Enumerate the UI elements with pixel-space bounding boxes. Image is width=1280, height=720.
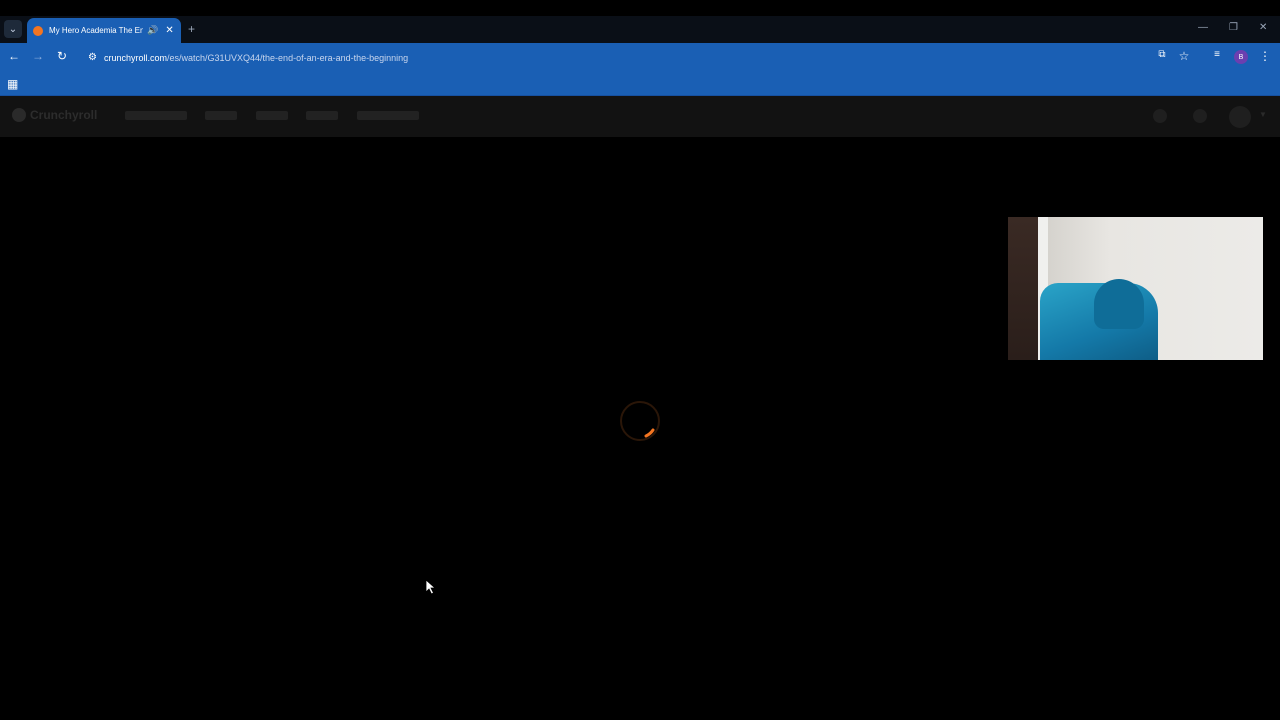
crunchyroll-logo[interactable]: Crunchyroll [12,108,97,122]
tab-close-icon[interactable]: ✕ [165,25,175,36]
install-app-icon[interactable]: ⧉ [1154,49,1170,60]
top-strip [0,0,1280,16]
tab-search-button[interactable]: ⌄ [4,20,22,38]
crunchyroll-logo-icon [12,108,26,122]
tab-active[interactable]: My Hero Academia The End of an Era and t… [27,18,181,43]
tab-title: My Hero Academia The End of an Era and t… [49,26,144,35]
restore-button[interactable]: ❐ [1229,22,1238,33]
nav-item-placeholder[interactable] [357,111,419,120]
loading-spinner-icon [644,428,655,438]
chevron-down-icon[interactable]: ▼ [1259,110,1267,119]
cam-chair-back [1094,279,1144,329]
nav-item-placeholder[interactable] [306,111,338,120]
new-tab-button[interactable]: + [188,22,195,36]
back-icon[interactable]: ← [6,49,22,63]
queue-icon[interactable] [1153,109,1167,123]
address-bar[interactable]: ⚙ crunchyroll.com /es/watch/G31UVXQ44/th… [80,46,1200,69]
speaker-icon[interactable]: 🔊 [147,25,158,36]
minimize-button[interactable]: — [1198,22,1208,33]
site-header: Crunchyroll ▼ [0,96,1280,137]
bookmarks-bar: ▦ [0,72,1280,96]
logo-text: Crunchyroll [30,108,98,122]
webcam-overlay [1008,217,1263,360]
nav-item-placeholder[interactable] [205,111,237,120]
menu-icon[interactable]: ⋮ [1257,49,1273,63]
profile-avatar[interactable]: B [1234,50,1248,64]
reload-icon[interactable]: ↻ [54,49,70,63]
url-domain: crunchyroll.com [103,52,167,63]
mouse-cursor-icon [425,579,437,595]
close-window-button[interactable]: ✕ [1259,22,1267,33]
crunchyroll-favicon-icon [33,25,43,36]
browser-toolbar: ← → ↻ ⚙ crunchyroll.com /es/watch/G31UVX… [0,43,1280,72]
site-info-icon[interactable]: ⚙ [88,52,97,63]
apps-grid-icon[interactable]: ▦ [7,77,18,91]
bookmark-star-icon[interactable]: ☆ [1176,49,1192,63]
url-path: /es/watch/G31UVXQ44/the-end-of-an-era-an… [167,52,409,63]
tab-bar: ⌄ My Hero Academia The End of an Era and… [0,16,1280,43]
nav-item-placeholder[interactable] [125,111,187,120]
forward-icon[interactable]: → [30,49,46,63]
search-icon[interactable] [1193,109,1207,123]
nav-item-placeholder[interactable] [256,111,288,120]
user-avatar[interactable] [1229,106,1251,128]
media-controls-icon[interactable]: ≡ [1209,49,1225,60]
